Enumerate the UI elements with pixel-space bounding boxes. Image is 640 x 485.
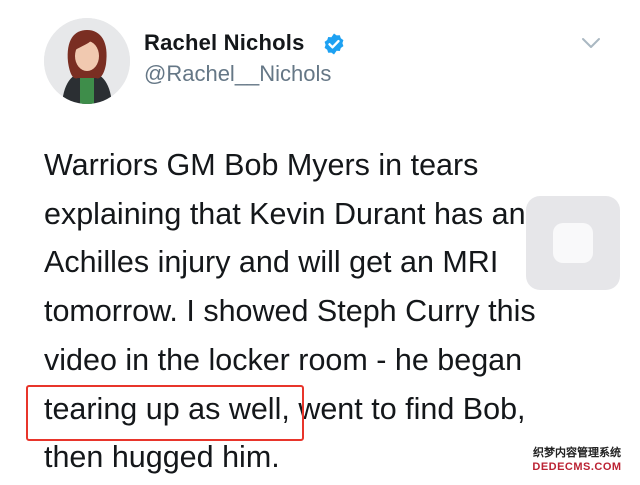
handle[interactable]: @Rachel__Nichols (144, 61, 331, 87)
watermark: 织梦内容管理系统 DEDECMS.COM (522, 446, 632, 478)
avatar-image (44, 18, 130, 104)
tweet-card: Rachel Nichols @Rachel__Nichols Warriors… (0, 0, 640, 485)
assistive-button-dot (553, 223, 593, 263)
tweet-text-line: explaining that Kevin Durant has an (44, 196, 526, 231)
watermark-line: DEDECMS.COM (532, 461, 622, 473)
verified-badge-icon (324, 33, 344, 55)
tweet-text-line: video in the locker room - he began (44, 342, 523, 377)
tweet-text-line: Achilles injury and will get an MRI (44, 245, 499, 280)
watermark-line: 织梦内容管理系统 (533, 447, 621, 459)
tweet-text-fragment: went to find Bob, (289, 391, 526, 426)
tweet-text-line: tomorrow. I showed Steph Curry this (44, 294, 536, 329)
floating-assistive-button[interactable] (526, 196, 620, 290)
red-highlight-box (26, 385, 304, 441)
display-name[interactable]: Rachel Nichols (144, 30, 305, 56)
chevron-down-icon[interactable] (580, 36, 602, 50)
tweet-text-line: Warriors GM Bob Myers in tears (44, 148, 479, 182)
avatar[interactable] (44, 18, 130, 104)
